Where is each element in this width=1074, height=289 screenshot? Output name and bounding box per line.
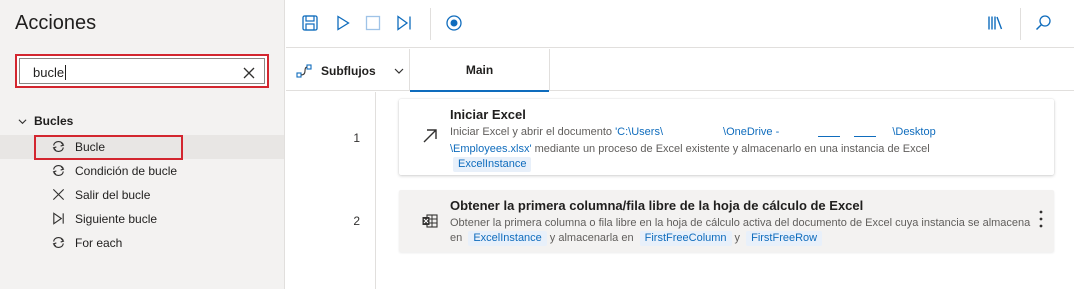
step-description: Obtener la primera columna o fila libre … xyxy=(450,216,1035,246)
tree-group-label: Bucles xyxy=(34,114,74,128)
file-path-part: \OneDrive - xyxy=(723,126,783,138)
step-description-text: Iniciar Excel y abrir el documento xyxy=(450,126,616,138)
toolbar-separator xyxy=(430,8,431,40)
search-input[interactable]: bucle xyxy=(19,58,265,84)
clear-search-icon[interactable] xyxy=(240,64,258,82)
subflows-icon xyxy=(296,64,312,78)
action-item-siguiente-bucle[interactable]: Siguiente bucle xyxy=(0,207,284,231)
file-path-part: \Desktop xyxy=(892,126,936,138)
action-item-for-each[interactable]: For each xyxy=(0,231,284,255)
run-icon[interactable] xyxy=(334,14,352,32)
close-icon xyxy=(52,188,65,201)
highlight-box xyxy=(34,135,183,160)
action-item-label: Condición de bucle xyxy=(75,164,178,178)
line-number: 1 xyxy=(353,131,360,145)
more-options-icon[interactable] xyxy=(1038,209,1044,229)
flow-step-obtener-columna-fila-libre[interactable]: Obtener la primera columna/fila libre de… xyxy=(399,190,1054,252)
search-icon[interactable] xyxy=(1034,14,1052,32)
action-item-label: Siguiente bucle xyxy=(75,212,158,226)
step-description: Iniciar Excel y abrir el documento 'C:\U… xyxy=(450,125,1030,172)
step-description-text: y xyxy=(734,232,741,244)
variables-icon[interactable] xyxy=(986,14,1004,32)
actions-pane-title: Acciones xyxy=(15,12,97,34)
launch-excel-icon xyxy=(423,129,437,143)
action-item-label: Salir del bucle xyxy=(75,188,151,202)
step-title: Obtener la primera columna/fila libre de… xyxy=(450,198,864,213)
search-input-value: bucle xyxy=(33,65,65,80)
step-title: Iniciar Excel xyxy=(450,107,526,122)
action-item-label: For each xyxy=(75,236,123,250)
toolbar-separator xyxy=(1020,8,1021,40)
action-item-condicion-de-bucle[interactable]: Condición de bucle xyxy=(0,159,284,183)
step-description-text: mediante un proceso de Excel existente y… xyxy=(531,143,930,155)
tab-separator xyxy=(549,49,550,91)
redacted-space xyxy=(782,127,892,142)
active-tab-indicator xyxy=(410,90,549,92)
subflows-label: Subflujos xyxy=(321,64,376,78)
variable-firstfreecolumn[interactable]: FirstFreeColumn xyxy=(639,231,732,246)
subflow-tabs: Subflujos Main xyxy=(286,49,1074,92)
excel-sheet-icon xyxy=(422,214,438,228)
search-box[interactable]: bucle xyxy=(15,54,269,88)
next-step-icon[interactable] xyxy=(395,14,413,32)
tab-main[interactable]: Main xyxy=(410,49,550,92)
action-item-salir-del-bucle[interactable]: Salir del bucle xyxy=(0,183,284,207)
loop-condition-icon xyxy=(52,165,65,176)
file-path-part: 'C:\Users\ xyxy=(615,126,664,138)
variable-firstfreerow[interactable]: FirstFreeRow xyxy=(746,231,823,246)
chevron-down-icon xyxy=(394,68,404,74)
next-loop-icon xyxy=(53,212,64,225)
save-icon[interactable] xyxy=(301,14,319,32)
flow-step-iniciar-excel[interactable]: Iniciar Excel Iniciar Excel y abrir el d… xyxy=(399,99,1054,175)
line-number-gutter xyxy=(375,92,376,289)
variable-excelinstance[interactable]: ExcelInstance xyxy=(453,157,532,172)
breakpoint-icon[interactable] xyxy=(445,14,463,32)
tab-main-label: Main xyxy=(465,63,494,77)
line-number: 2 xyxy=(353,214,360,228)
step-description-text: y almacenarla en xyxy=(549,232,634,244)
variable-excelinstance[interactable]: ExcelInstance xyxy=(468,231,547,246)
text-caret xyxy=(65,65,67,80)
designer-toolbar xyxy=(286,0,1074,48)
file-path-part: \Employees.xlsx' xyxy=(450,143,532,155)
actions-pane: Acciones bucle Bucles Bucle Condición de… xyxy=(0,0,285,289)
loop-icon xyxy=(52,237,65,248)
chevron-down-icon[interactable] xyxy=(18,117,27,126)
stop-icon[interactable] xyxy=(364,14,382,32)
